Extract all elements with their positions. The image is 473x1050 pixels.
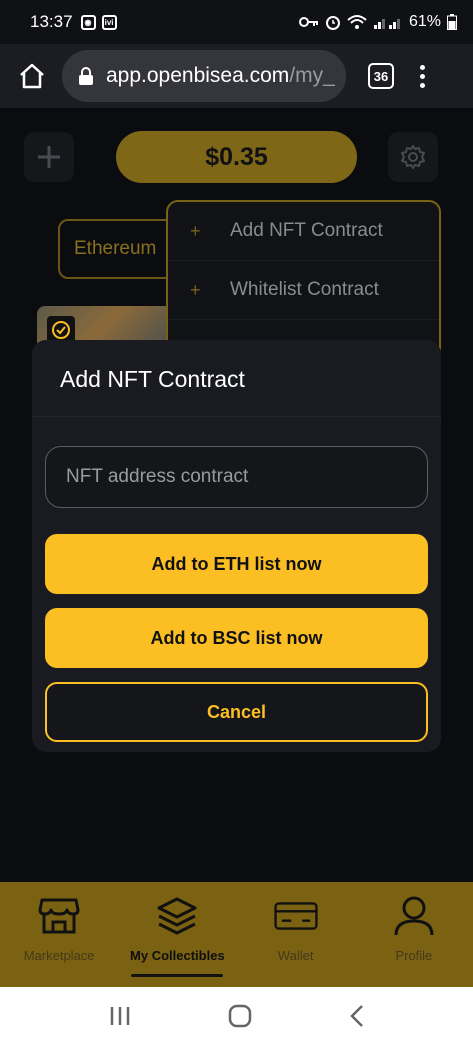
system-navigation-bar bbox=[0, 987, 473, 1050]
add-to-bsc-list-button[interactable]: Add to BSC list now bbox=[45, 608, 428, 668]
url-domain: app.openbisea.com bbox=[106, 64, 290, 87]
status-bar: 13:37 ◉ ivi 61% bbox=[0, 0, 473, 44]
signal-icon bbox=[373, 19, 400, 29]
battery-percent: 61% bbox=[408, 13, 441, 30]
plus-icon: + bbox=[190, 220, 201, 241]
back-chevron-icon bbox=[350, 1005, 363, 1027]
notification-app-icon: ◉ bbox=[80, 14, 96, 30]
home-icon bbox=[20, 63, 44, 89]
cancel-button[interactable]: Cancel bbox=[45, 682, 428, 742]
status-time: 13:37 bbox=[30, 12, 73, 31]
home-circle-icon bbox=[229, 1004, 252, 1028]
nav-item-wallet[interactable]: Wallet bbox=[237, 882, 355, 987]
dropdown-item-whitelist-contract[interactable]: + Whitelist Contract bbox=[168, 261, 439, 320]
browser-toolbar: app.openbisea.com/my_ 36 bbox=[0, 44, 473, 108]
menu-dot-icon bbox=[420, 82, 425, 88]
bottom-navigation: Marketplace My Collectibles Wallet Profi… bbox=[0, 882, 473, 987]
tab-switcher-button[interactable]: 36 bbox=[368, 63, 394, 89]
plus-icon: + bbox=[190, 279, 201, 300]
profile-icon bbox=[392, 894, 436, 938]
nav-label: Wallet bbox=[277, 948, 314, 963]
battery-icon bbox=[447, 14, 457, 30]
modal-title: Add NFT Contract bbox=[60, 366, 245, 392]
nft-address-input[interactable] bbox=[45, 446, 428, 508]
dropdown-item-add-nft-contract[interactable]: + Add NFT Contract bbox=[168, 202, 439, 261]
nav-label: Marketplace bbox=[23, 948, 95, 963]
wallet-icon bbox=[274, 894, 318, 938]
alarm-icon bbox=[325, 16, 340, 30]
add-button[interactable] bbox=[24, 132, 74, 182]
settings-button[interactable] bbox=[388, 132, 438, 182]
add-to-eth-list-button[interactable]: Add to ETH list now bbox=[45, 534, 428, 594]
nav-item-marketplace[interactable]: Marketplace bbox=[0, 882, 118, 987]
app-content: $0.35 Ethereum + Add NFT Contract + Whit… bbox=[0, 108, 473, 882]
home-button[interactable] bbox=[14, 58, 50, 94]
balance-display[interactable]: $0.35 bbox=[116, 131, 357, 183]
browser-menu-button[interactable] bbox=[420, 64, 425, 88]
gear-icon bbox=[401, 145, 425, 169]
wifi-icon bbox=[347, 15, 367, 29]
menu-dot-icon bbox=[420, 73, 425, 79]
modal-divider bbox=[32, 416, 441, 417]
nav-item-my-collectibles[interactable]: My Collectibles bbox=[118, 882, 236, 987]
recents-button[interactable] bbox=[108, 1005, 132, 1032]
dropdown-item-label: Whitelist Contract bbox=[230, 279, 379, 300]
nav-label: My Collectibles bbox=[130, 948, 225, 963]
menu-dot-icon bbox=[420, 64, 425, 70]
layers-icon bbox=[155, 894, 199, 938]
active-tab-indicator bbox=[131, 974, 224, 977]
check-circle-icon bbox=[52, 321, 70, 339]
home-nav-button[interactable] bbox=[228, 1004, 252, 1033]
plus-icon bbox=[38, 146, 60, 168]
store-icon bbox=[37, 894, 81, 938]
recents-icon bbox=[110, 1007, 130, 1025]
actions-dropdown: + Add NFT Contract + Whitelist Contract bbox=[166, 200, 441, 360]
nav-label: Profile bbox=[395, 948, 433, 963]
key-icon bbox=[298, 17, 318, 27]
nav-item-profile[interactable]: Profile bbox=[355, 882, 473, 987]
url-path: /my_ bbox=[289, 64, 335, 87]
add-nft-contract-modal: Add NFT Contract Add to ETH list now Add… bbox=[32, 340, 441, 752]
address-bar[interactable]: app.openbisea.com/my_ bbox=[62, 50, 346, 102]
lock-icon bbox=[79, 67, 93, 85]
dropdown-item-label: Add NFT Contract bbox=[230, 220, 383, 241]
back-button[interactable] bbox=[349, 1004, 365, 1033]
ivi-app-icon: ivi bbox=[101, 14, 117, 30]
